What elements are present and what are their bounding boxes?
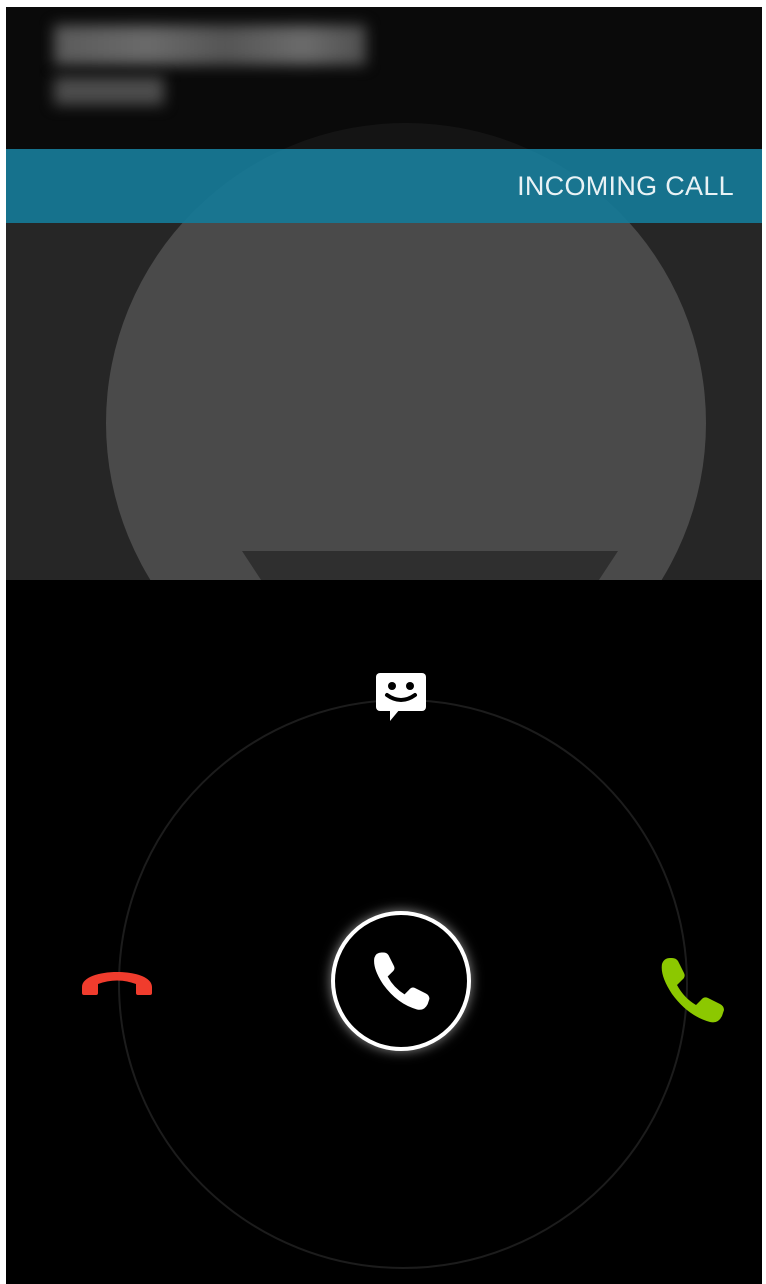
answer-call-button[interactable] [656, 954, 728, 1031]
decline-call-button[interactable] [78, 957, 156, 1002]
call-slider-handle[interactable] [331, 911, 471, 1051]
caller-photo-area: INCOMING CALL [6, 7, 762, 580]
smiley-message-icon [376, 673, 426, 721]
caller-number-redacted [54, 77, 164, 105]
reply-with-message-button[interactable] [374, 671, 430, 728]
caller-avatar-shoulders [242, 551, 618, 580]
incoming-call-banner: INCOMING CALL [6, 149, 762, 223]
incoming-call-label: INCOMING CALL [517, 171, 734, 201]
caller-name-redacted [54, 25, 366, 65]
phone-icon [374, 952, 430, 1010]
phone-hangup-icon [82, 972, 152, 995]
caller-info-header [6, 7, 762, 149]
incoming-call-screen: INCOMING CALL [6, 7, 762, 1284]
phone-answer-icon [661, 958, 724, 1023]
